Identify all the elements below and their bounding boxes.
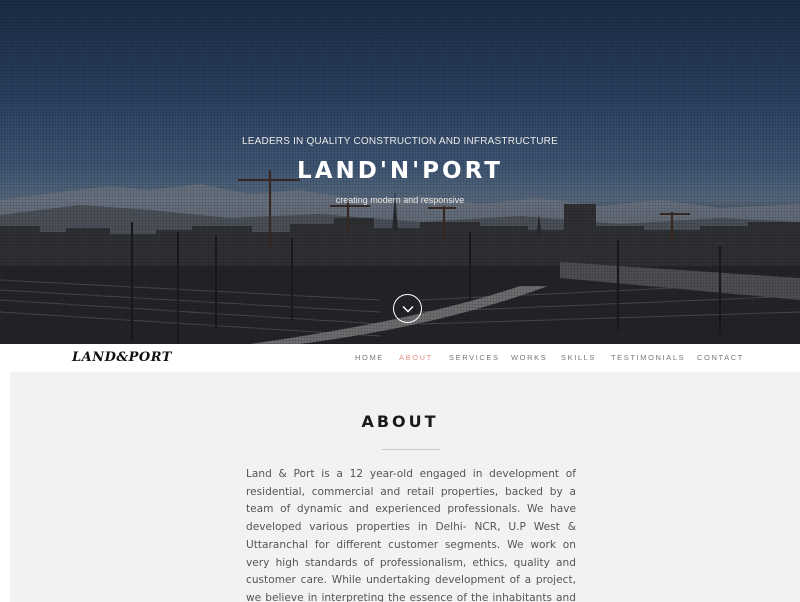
scroll-down-button[interactable] (393, 294, 422, 323)
about-divider (382, 449, 440, 450)
nav-item-services[interactable]: SERVICES (449, 353, 500, 362)
nav-item-works[interactable]: WORKS (511, 353, 547, 362)
nav-menu: HOME ABOUT SERVICES WORKS SKILLS TESTIMO… (0, 353, 800, 365)
hero-title: LAND'N'PORT (297, 158, 503, 184)
nav-item-skills[interactable]: SKILLS (561, 353, 596, 362)
nav-item-about[interactable]: ABOUT (399, 353, 433, 362)
navbar: LAND&PORT HOME ABOUT SERVICES WORKS SKIL… (0, 344, 800, 372)
hero-tagline: LEADERS IN QUALITY CONSTRUCTION AND INFR… (242, 136, 558, 147)
nav-item-home[interactable]: HOME (355, 353, 384, 362)
hero-banner: LEADERS IN QUALITY CONSTRUCTION AND INFR… (0, 0, 800, 344)
about-body-text: Land & Port is a 12 year-old engaged in … (246, 468, 576, 602)
about-title: ABOUT (361, 412, 439, 431)
chevron-down-icon (401, 305, 414, 313)
hero-subtitle: creating modern and responsive (335, 195, 465, 205)
nav-item-testimonials[interactable]: TESTIMONIALS (611, 353, 685, 362)
nav-item-contact[interactable]: CONTACT (697, 353, 744, 362)
